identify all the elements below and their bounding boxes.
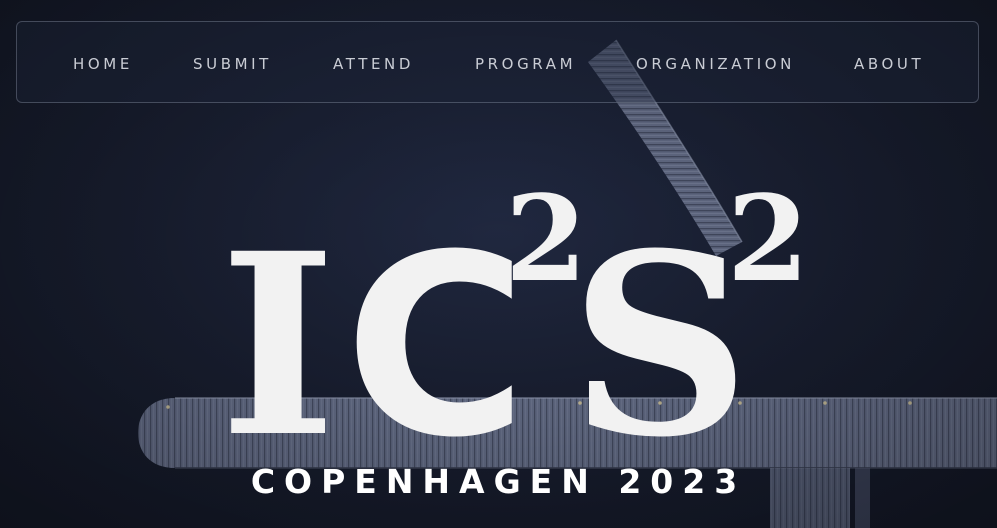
hero-section: HOME SUBMIT ATTEND PROGRAM ORGANIZATION … [0,0,997,528]
nav-item-program[interactable]: PROGRAM [475,55,576,73]
main-navbar: HOME SUBMIT ATTEND PROGRAM ORGANIZATION … [16,21,979,103]
nav-item-attend[interactable]: ATTEND [333,55,414,73]
nav-item-submit[interactable]: SUBMIT [193,55,272,73]
hero-subtitle: COPENHAGEN 2023 [250,462,747,501]
nav-item-home[interactable]: HOME [73,55,133,73]
nav-item-about[interactable]: ABOUT [854,55,924,73]
nav-item-organization[interactable]: ORGANIZATION [636,55,795,73]
